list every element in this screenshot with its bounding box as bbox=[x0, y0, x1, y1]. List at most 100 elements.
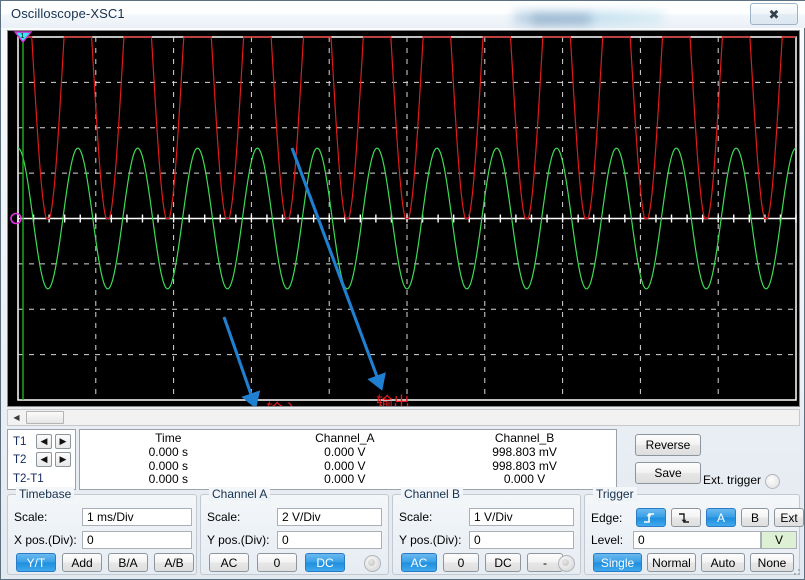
readout-header-row: Time Channel_A Channel_B bbox=[80, 431, 616, 446]
channel-b-coupling-invert-label: - bbox=[543, 556, 547, 570]
trigger-edge-falling-button[interactable] bbox=[671, 508, 701, 527]
cursor-controls: T1 ◀ ▶ T2 ◀ ▶ T2-T1 bbox=[7, 429, 76, 490]
trigger-mode-single-label: Single bbox=[601, 556, 634, 570]
readout-delta-channel-b: 0.000 V bbox=[433, 473, 616, 487]
timebase-xpos-input[interactable]: 0 bbox=[82, 531, 192, 549]
readout-t1-channel-b: 998.803 mV bbox=[433, 446, 616, 460]
timebase-mode-yt-label: Y/T bbox=[27, 556, 46, 570]
timebase-scale-label: Scale: bbox=[14, 510, 82, 524]
trigger-mode-single[interactable]: Single bbox=[593, 553, 642, 572]
channel-b-panel-title: Channel B bbox=[401, 487, 463, 501]
timebase-panel-title: Timebase bbox=[16, 487, 74, 501]
channel-b-coupling-dc[interactable]: DC bbox=[485, 553, 521, 572]
channel-a-coupling-dc[interactable]: DC bbox=[305, 553, 345, 572]
trigger-edge-rising-button[interactable] bbox=[636, 508, 666, 527]
waveform-svg: 1输入Ui输出Uo2 bbox=[8, 31, 799, 406]
channel-a-ypos-label: Y pos.(Div): bbox=[207, 533, 277, 547]
cursor-t2-right-button[interactable]: ▶ bbox=[55, 452, 71, 467]
reverse-button[interactable]: Reverse bbox=[635, 434, 701, 456]
scope-canvas: 1输入Ui输出Uo2 bbox=[8, 31, 799, 406]
timebase-mode-yt[interactable]: Y/T bbox=[16, 553, 56, 572]
channel-b-coupling-ac-label: AC bbox=[411, 556, 428, 570]
trigger-mode-auto[interactable]: Auto bbox=[701, 553, 745, 572]
cursor-readout-table: Time Channel_A Channel_B 0.000 s 0.000 V… bbox=[79, 429, 617, 490]
readout-t2-time: 0.000 s bbox=[80, 460, 257, 474]
cursor-t2-label: T2 bbox=[13, 454, 33, 466]
channel-b-coupling-gnd[interactable]: 0 bbox=[443, 553, 479, 572]
arrow-left-icon: ◀ bbox=[41, 436, 48, 447]
channel-b-ypos-input[interactable]: 0 bbox=[469, 531, 574, 549]
channel-a-scale-label: Scale: bbox=[207, 510, 277, 524]
cursor-t2-left-button[interactable]: ◀ bbox=[36, 452, 52, 467]
trigger-panel: Trigger Edge: A B Ext Level: 0 V bbox=[584, 494, 800, 575]
window-resize-grip[interactable] bbox=[791, 566, 801, 576]
trigger-panel-title: Trigger bbox=[593, 487, 637, 501]
channel-a-scale-input[interactable]: 2 V/Div bbox=[277, 508, 382, 526]
arrow-right-icon: ▶ bbox=[60, 436, 67, 447]
rising-edge-icon bbox=[643, 512, 659, 524]
channel-a-coupling-gnd-label: 0 bbox=[274, 556, 281, 570]
channel-b-probe-knob[interactable] bbox=[558, 555, 575, 572]
table-row: 0.000 s 0.000 V 998.803 mV bbox=[80, 460, 616, 474]
trigger-level-input[interactable]: 0 bbox=[633, 531, 761, 549]
trigger-source-a-label: A bbox=[717, 511, 725, 525]
readout-t2-channel-a: 0.000 V bbox=[257, 460, 434, 474]
readout-t1-time: 0.000 s bbox=[80, 446, 257, 460]
arrow-right-icon: ▶ bbox=[60, 454, 67, 465]
scrollbar-thumb[interactable] bbox=[26, 411, 64, 424]
cursor-t1-row: T1 ◀ ▶ bbox=[13, 434, 71, 449]
ext-trigger-label: Ext. trigger bbox=[703, 473, 761, 487]
scroll-left-icon[interactable]: ◀ bbox=[8, 410, 25, 425]
trigger-level-unit[interactable]: V bbox=[761, 531, 797, 549]
readout-header-channel-b: Channel_B bbox=[433, 431, 616, 446]
trigger-level-label: Level: bbox=[591, 533, 633, 547]
readout-header-channel-a: Channel_A bbox=[257, 431, 434, 446]
trigger-mode-none-label: None bbox=[758, 556, 787, 570]
save-button-label: Save bbox=[654, 466, 681, 480]
trigger-source-a[interactable]: A bbox=[706, 508, 736, 527]
cursor-t1-label: T1 bbox=[13, 436, 33, 448]
timebase-scale-input[interactable]: 1 ms/Div bbox=[82, 508, 192, 526]
trigger-source-b[interactable]: B bbox=[741, 508, 769, 527]
channel-b-coupling-ac[interactable]: AC bbox=[401, 553, 437, 572]
reverse-button-label: Reverse bbox=[646, 438, 691, 452]
aero-blur-artifact bbox=[514, 11, 664, 25]
timebase-mode-ba[interactable]: B/A bbox=[108, 553, 148, 572]
timebase-mode-add[interactable]: Add bbox=[62, 553, 102, 572]
trigger-edge-label: Edge: bbox=[591, 511, 631, 525]
cursor-t1-right-button[interactable]: ▶ bbox=[55, 434, 71, 449]
trigger-mode-normal[interactable]: Normal bbox=[647, 553, 696, 572]
channel-a-coupling-dc-label: DC bbox=[316, 556, 333, 570]
window-title: Oscilloscope-XSC1 bbox=[11, 6, 125, 21]
channel-b-scale-input[interactable]: 1 V/Div bbox=[469, 508, 574, 526]
trigger-mode-auto-label: Auto bbox=[711, 556, 736, 570]
timebase-mode-add-label: Add bbox=[71, 556, 92, 570]
title-bar: Oscilloscope-XSC1 ✖ bbox=[1, 1, 805, 28]
close-icon: ✖ bbox=[769, 8, 780, 21]
scope-display[interactable]: 1输入Ui输出Uo2 bbox=[7, 30, 800, 407]
timebase-mode-ba-label: B/A bbox=[118, 556, 137, 570]
trigger-source-ext-label: Ext bbox=[780, 511, 797, 525]
trigger-mode-none[interactable]: None bbox=[750, 553, 794, 572]
timebase-scrollbar[interactable]: ◀ bbox=[7, 409, 800, 426]
close-button[interactable]: ✖ bbox=[750, 3, 798, 25]
save-button[interactable]: Save bbox=[635, 462, 701, 484]
cursor-t1-left-button[interactable]: ◀ bbox=[36, 434, 52, 449]
timebase-mode-ab-label: A/B bbox=[164, 556, 183, 570]
oscilloscope-window: Oscilloscope-XSC1 ✖ 1输入Ui输出Uo2 ◀ T1 ◀ ▶ … bbox=[0, 0, 805, 580]
channel-a-ypos-input[interactable]: 0 bbox=[277, 531, 382, 549]
readout-t1-channel-a: 0.000 V bbox=[257, 446, 434, 460]
channel-a-coupling-gnd[interactable]: 0 bbox=[257, 553, 297, 572]
channel-a-coupling-ac-label: AC bbox=[221, 556, 238, 570]
ext-trigger-indicator[interactable] bbox=[765, 474, 780, 489]
channel-b-panel: Channel B Scale: 1 V/Div Y pos.(Div): 0 … bbox=[392, 494, 581, 575]
channel-a-probe-knob[interactable] bbox=[364, 555, 381, 572]
trigger-source-ext[interactable]: Ext bbox=[774, 508, 804, 527]
trigger-source-b-label: B bbox=[751, 511, 759, 525]
timebase-mode-ab[interactable]: A/B bbox=[154, 553, 194, 572]
channel-a-panel: Channel A Scale: 2 V/Div Y pos.(Div): 0 … bbox=[200, 494, 389, 575]
readout-header-time: Time bbox=[80, 431, 257, 446]
channel-a-coupling-ac[interactable]: AC bbox=[209, 553, 249, 572]
channel-b-ypos-label: Y pos.(Div): bbox=[399, 533, 469, 547]
svg-text:输入: 输入 bbox=[266, 401, 300, 406]
